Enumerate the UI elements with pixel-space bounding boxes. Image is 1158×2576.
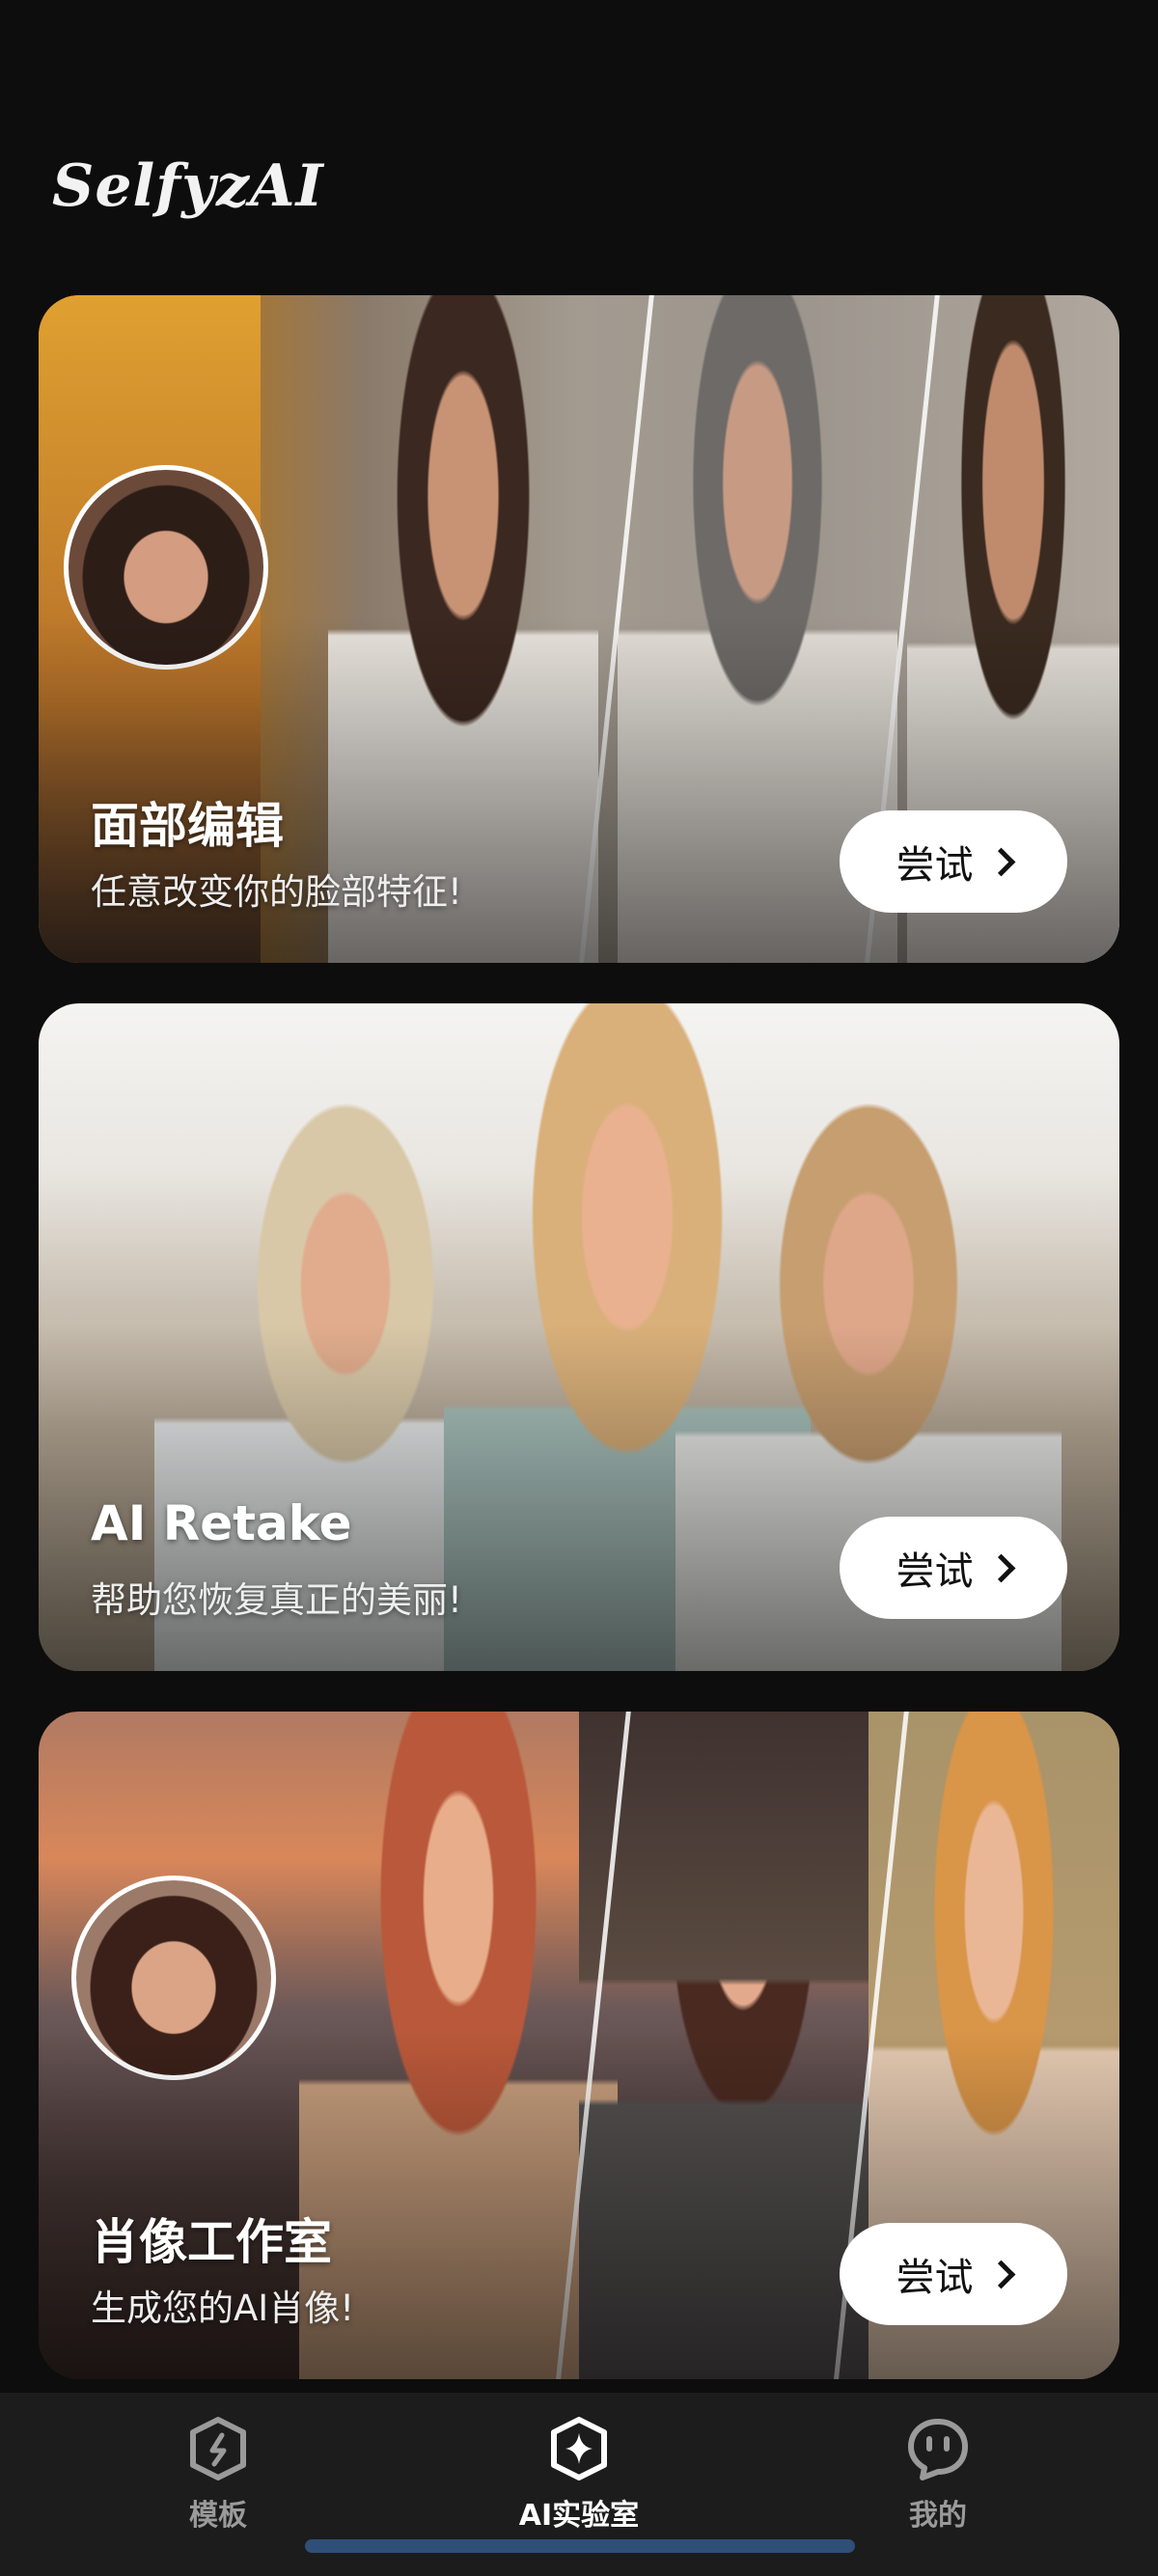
portrait-studio-title: 肖像工作室 [91, 2214, 332, 2270]
nav-label-ai-lab: AI实验室 [518, 2499, 640, 2533]
ai-retake-title: AI Retake [91, 1495, 352, 1551]
profile-icon [908, 2419, 968, 2480]
face-edit-subtitle: 任意改变你的脸部特征! [91, 871, 462, 913]
portrait-studio-try-label: 尝试 [896, 2256, 974, 2300]
face-edit-card[interactable]: 面部编辑 任意改变你的脸部特征! 尝试 [39, 295, 1119, 963]
ai-retake-try-button[interactable]: 尝试 [840, 1517, 1067, 1619]
ai-retake-try-label: 尝试 [896, 1549, 974, 1594]
nav-item-templates[interactable]: 模板 [102, 2414, 334, 2534]
app-logo: SelfyzAI [52, 152, 324, 220]
nav-item-ai-lab[interactable]: AI实验室 [463, 2414, 695, 2534]
ai-retake-subtitle: 帮助您恢复真正的美丽! [91, 1579, 462, 1621]
nav-label-profile: 我的 [909, 2499, 967, 2533]
ai-retake-card[interactable]: AI Retake 帮助您恢复真正的美丽! 尝试 [39, 1003, 1119, 1671]
face-edit-title: 面部编辑 [91, 798, 284, 854]
ai-lab-icon [551, 2417, 607, 2480]
chevron-right-icon [986, 2260, 1015, 2288]
chevron-right-icon [986, 1553, 1015, 1582]
portrait-studio-subtitle: 生成您的AI肖像! [91, 2288, 355, 2329]
nav-label-templates: 模板 [189, 2499, 247, 2533]
portrait-studio-card[interactable]: 肖像工作室 生成您的AI肖像! 尝试 [39, 1712, 1119, 2379]
home-indicator [305, 2539, 855, 2553]
nav-item-profile[interactable]: 我的 [822, 2414, 1054, 2534]
template-icon [190, 2417, 246, 2480]
portrait-studio-try-button[interactable]: 尝试 [840, 2223, 1067, 2325]
face-edit-try-button[interactable]: 尝试 [840, 810, 1067, 913]
face-edit-try-label: 尝试 [896, 843, 974, 888]
chevron-right-icon [986, 847, 1015, 876]
